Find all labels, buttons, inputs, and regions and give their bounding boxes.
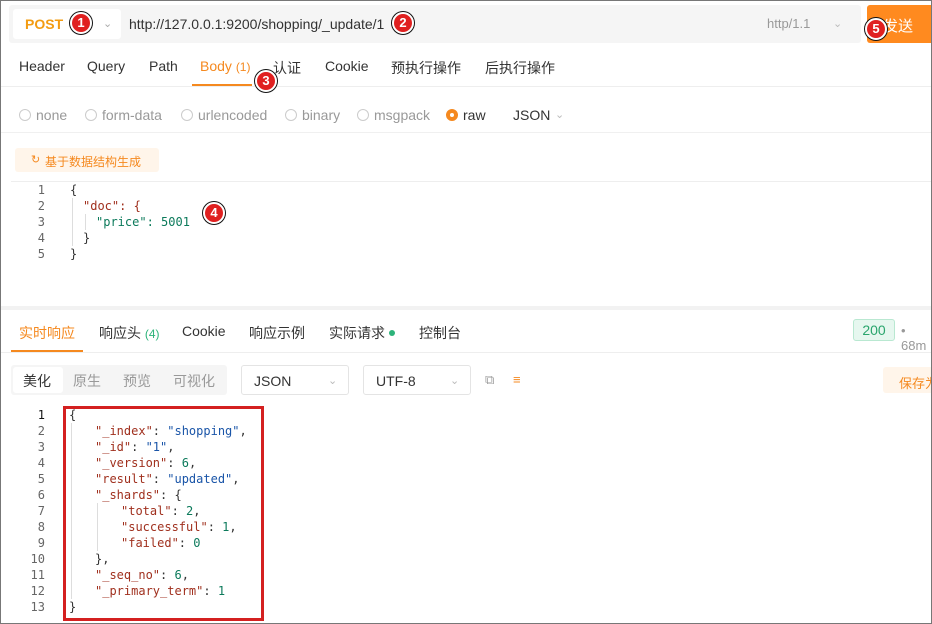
save-label: 保存为 xyxy=(899,376,931,391)
body-format-select[interactable]: JSON xyxy=(513,107,550,123)
radio-urlencoded[interactable]: urlencoded xyxy=(181,107,267,123)
response-encoding-select[interactable]: UTF-8 ⌄ xyxy=(363,365,471,395)
response-encoding-label: UTF-8 xyxy=(376,373,416,389)
send-label: 发送 xyxy=(883,18,914,35)
method-label: POST xyxy=(25,16,64,32)
radio-msgpack[interactable]: msgpack xyxy=(357,107,430,123)
api-client-window: POST ⌄ http://127.0.0.1:9200/shopping/_u… xyxy=(0,0,932,624)
line-number: 12 xyxy=(30,584,45,598)
annotation-badge-3: 3 xyxy=(255,70,277,92)
code-line: } xyxy=(83,231,91,245)
status-dot-icon xyxy=(389,330,395,336)
line-number: 9 xyxy=(37,536,45,550)
chevron-down-icon: ⌄ xyxy=(555,109,565,121)
body-type-group: none form-data urlencoded binary msgpack… xyxy=(1,97,931,133)
line-number: 2 xyxy=(37,424,45,438)
line-number: 4 xyxy=(37,456,45,470)
chevron-down-icon: ⌄ xyxy=(328,375,338,387)
view-preview[interactable]: 预览 xyxy=(123,371,151,391)
active-tab-indicator xyxy=(11,350,83,352)
line-number: 1 xyxy=(37,408,45,422)
url-bar: POST ⌄ http://127.0.0.1:9200/shopping/_u… xyxy=(9,5,861,43)
view-mode-group: 美化 原生 预览 可视化 xyxy=(11,365,227,395)
line-number: 11 xyxy=(30,568,45,582)
tab-header[interactable]: Header xyxy=(19,58,65,74)
line-number: 8 xyxy=(37,520,45,534)
code-line: } xyxy=(70,247,78,261)
chevron-down-icon: ⌄ xyxy=(103,18,113,30)
annotation-badge-4: 4 xyxy=(203,202,225,224)
response-tabs: 实时响应 响应头 (4) Cookie 响应示例 实际请求 控制台 200 • … xyxy=(1,311,931,353)
tab-actual-request[interactable]: 实际请求 xyxy=(329,323,395,343)
view-beautify[interactable]: 美化 xyxy=(23,371,51,391)
radio-binary[interactable]: binary xyxy=(285,107,340,123)
line-number: 10 xyxy=(30,552,45,566)
tab-console[interactable]: 控制台 xyxy=(419,323,461,343)
annotation-badge-1: 1 xyxy=(70,12,92,34)
method-select[interactable]: POST ⌄ xyxy=(13,9,121,39)
tab-body-label: Body xyxy=(200,58,232,74)
status-badge: 200 xyxy=(853,319,895,341)
panel-divider[interactable] xyxy=(1,306,931,310)
view-raw[interactable]: 原生 xyxy=(73,371,101,391)
code-line: "price": 5001 xyxy=(96,215,190,229)
annotation-badge-2: 2 xyxy=(392,12,414,34)
line-number: 5 xyxy=(37,472,45,486)
view-visualize[interactable]: 可视化 xyxy=(173,371,215,391)
code-line: "doc": { xyxy=(83,199,141,213)
response-format-select[interactable]: JSON ⌄ xyxy=(241,365,349,395)
tab-pre-script[interactable]: 预执行操作 xyxy=(391,58,461,78)
request-body-editor[interactable]: 1 2 3 4 5 { "doc": { "price": 5001 } } xyxy=(11,181,931,293)
annotation-badge-5: 5 xyxy=(865,18,887,40)
tab-response-headers[interactable]: 响应头 (4) xyxy=(99,323,160,343)
line-number: 2 xyxy=(37,199,45,213)
tab-body-count: (1) xyxy=(235,60,251,74)
refresh-icon: ↻ xyxy=(31,154,41,166)
radio-form-data[interactable]: form-data xyxy=(85,107,162,123)
tab-response-cookie[interactable]: Cookie xyxy=(182,323,226,339)
line-number: 1 xyxy=(37,183,45,197)
radio-none[interactable]: none xyxy=(19,107,67,123)
format-icon[interactable]: ≡ xyxy=(513,372,521,387)
tab-cookie[interactable]: Cookie xyxy=(325,58,369,74)
url-input[interactable]: http://127.0.0.1:9200/shopping/_update/1 xyxy=(129,16,384,32)
save-as-button[interactable]: 保存为 xyxy=(883,367,931,393)
response-format-label: JSON xyxy=(254,373,292,389)
generate-from-schema-button[interactable]: ↻ 基于数据结构生成 xyxy=(15,148,159,172)
active-tab-indicator xyxy=(192,84,252,86)
tab-post-script[interactable]: 后执行操作 xyxy=(485,58,555,78)
line-number: 5 xyxy=(37,247,45,261)
line-number: 3 xyxy=(37,215,45,229)
tab-body[interactable]: Body (1) xyxy=(200,58,250,74)
highlight-box xyxy=(63,406,264,621)
chevron-down-icon: ⌄ xyxy=(833,18,843,30)
request-tabs: Header Query Path Body (1) 认证 Cookie 预执行… xyxy=(1,47,931,87)
generate-label: 基于数据结构生成 xyxy=(45,155,142,169)
http-version-select[interactable]: http/1.1 xyxy=(767,16,810,31)
tab-query[interactable]: Query xyxy=(87,58,125,74)
line-number: 4 xyxy=(37,231,45,245)
line-number: 7 xyxy=(37,504,45,518)
response-time: • 68m xyxy=(901,323,927,353)
tab-live-response[interactable]: 实时响应 xyxy=(19,323,75,343)
code-line: { xyxy=(70,183,78,197)
chevron-down-icon: ⌄ xyxy=(450,375,460,387)
radio-raw[interactable]: raw xyxy=(446,107,486,123)
line-number: 6 xyxy=(37,488,45,502)
line-number: 13 xyxy=(30,600,45,614)
tab-path[interactable]: Path xyxy=(149,58,178,74)
tab-auth[interactable]: 认证 xyxy=(273,58,301,78)
copy-icon[interactable]: ⧉ xyxy=(485,372,494,388)
line-number: 3 xyxy=(37,440,45,454)
tab-response-example[interactable]: 响应示例 xyxy=(249,323,305,343)
